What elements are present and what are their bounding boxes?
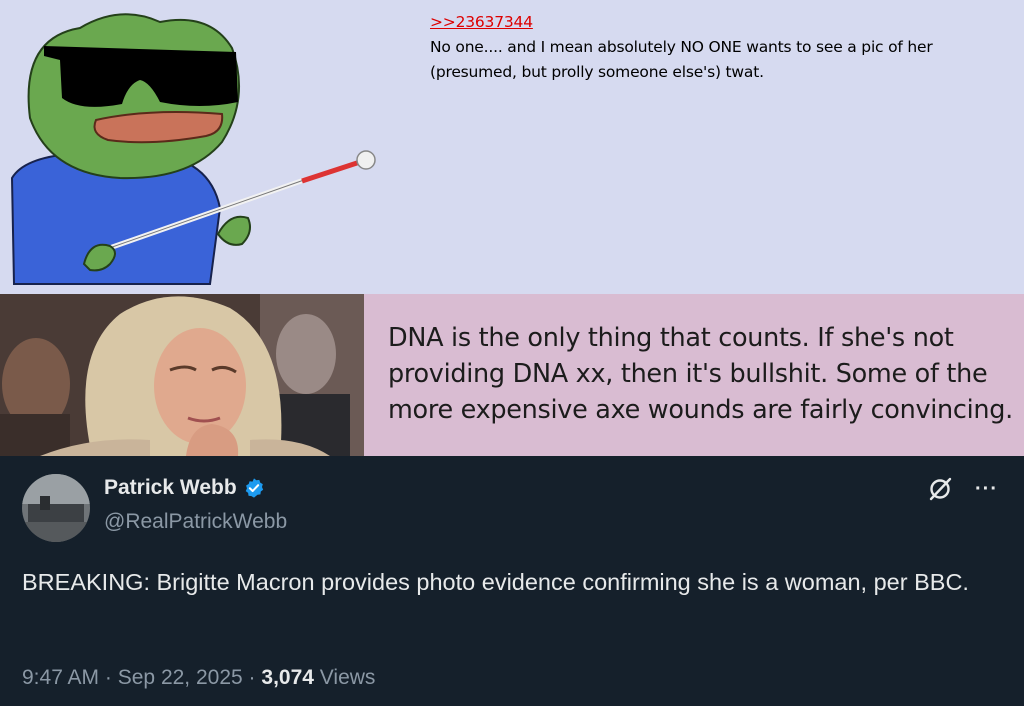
tweet-time[interactable]: 9:47 AM [22, 666, 99, 689]
tweet-date[interactable]: Sep 22, 2025 [118, 666, 243, 689]
woman-photo [0, 294, 364, 456]
display-name[interactable]: Patrick Webb [104, 476, 237, 500]
views-count: 3,074 [261, 666, 314, 689]
post-message: No one.... and I mean absolutely NO ONE … [430, 38, 933, 81]
post-thumbnail-image[interactable] [10, 8, 390, 290]
meta-separator: · [104, 666, 112, 689]
tweet-actions: ··· [927, 476, 998, 502]
caption-panel: DNA is the only thing that counts. If sh… [364, 294, 1024, 456]
views-label: Views [319, 666, 376, 689]
author-row: Patrick Webb [104, 476, 265, 500]
verified-badge-icon [245, 478, 263, 498]
tweet-card: Patrick Webb @RealPatrickWebb ··· BREAKI… [0, 456, 1024, 706]
imageboard-post: >>23637344 No one.... and I mean absolut… [0, 0, 1024, 294]
meme-image: DNA is the only thing that counts. If sh… [0, 294, 1024, 456]
tweet-meta: 9:47 AM · Sep 22, 2025 · 3,074 Views [22, 666, 375, 690]
more-icon[interactable]: ··· [975, 478, 998, 501]
post-body: >>23637344 No one.... and I mean absolut… [430, 10, 1020, 85]
tweet-text: BREAKING: Brigitte Macron provides photo… [22, 569, 969, 595]
meta-separator: · [248, 666, 256, 689]
caption-text: DNA is the only thing that counts. If sh… [388, 323, 1013, 425]
quote-link[interactable]: >>23637344 [430, 13, 533, 31]
grok-icon[interactable] [927, 476, 953, 502]
caption-overflow [388, 444, 988, 456]
handle[interactable]: @RealPatrickWebb [104, 510, 287, 534]
avatar[interactable] [22, 474, 90, 542]
